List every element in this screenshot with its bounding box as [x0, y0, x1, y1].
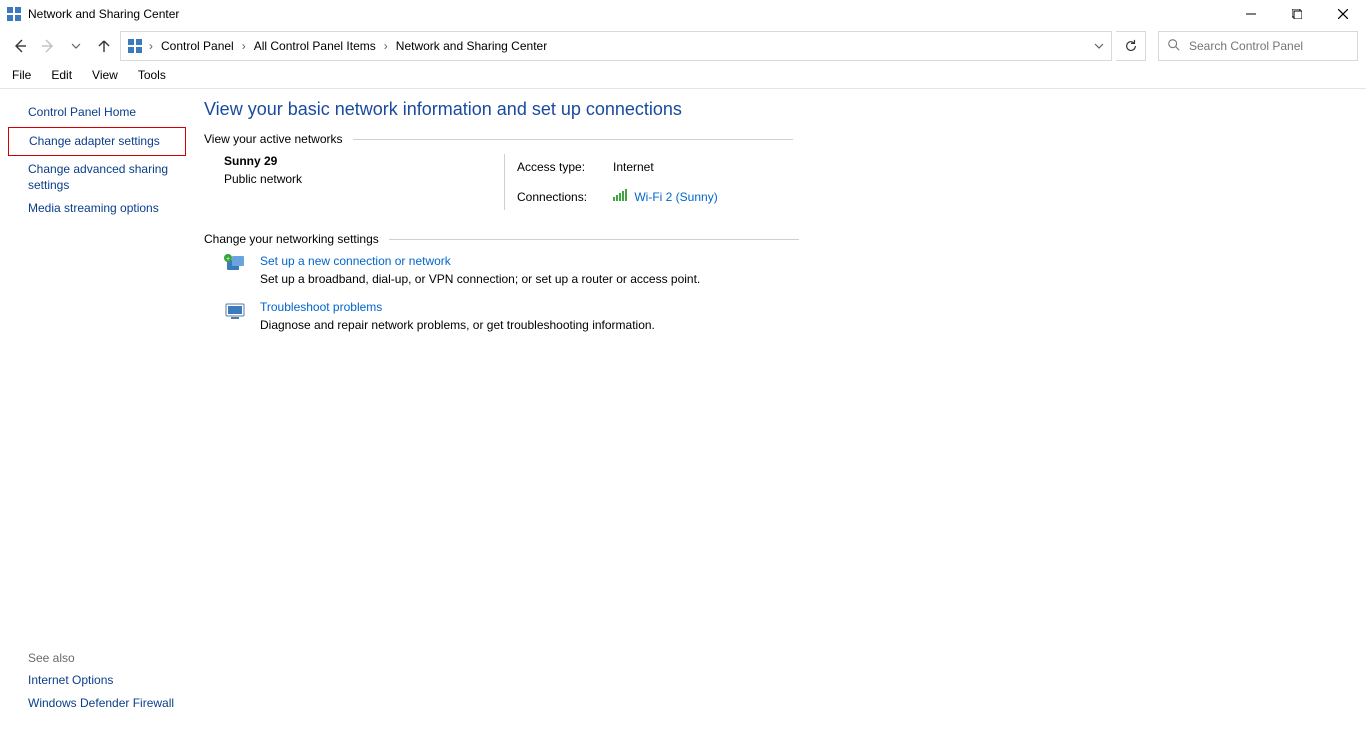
option-title[interactable]: Troubleshoot problems: [260, 300, 655, 314]
option-desc: Set up a broadband, dial-up, or VPN conn…: [260, 272, 700, 286]
option-troubleshoot: Troubleshoot problems Diagnose and repai…: [224, 300, 1366, 332]
svg-text:+: +: [226, 256, 230, 263]
sidebar-link-home[interactable]: Control Panel Home: [0, 101, 200, 125]
access-type-value: Internet: [613, 160, 718, 174]
address-history-dropdown[interactable]: [1087, 32, 1111, 60]
close-button[interactable]: [1320, 0, 1366, 28]
refresh-button[interactable]: [1116, 31, 1146, 61]
active-network-block: Sunny 29 Public network Access type: Int…: [224, 154, 1366, 210]
breadcrumb-all-items[interactable]: All Control Panel Items: [252, 39, 378, 53]
search-input[interactable]: [1187, 38, 1349, 54]
maximize-button[interactable]: [1274, 0, 1320, 28]
chevron-right-icon[interactable]: ›: [384, 39, 388, 53]
option-title[interactable]: Set up a new connection or network: [260, 254, 700, 268]
see-also-label: See also: [0, 647, 200, 669]
sidebar-link-adapter-settings[interactable]: Change adapter settings: [8, 127, 186, 157]
wifi-signal-icon: [613, 189, 627, 201]
page-heading: View your basic network information and …: [204, 99, 1366, 120]
section-label-text: Change your networking settings: [204, 232, 379, 246]
section-label-text: View your active networks: [204, 132, 343, 146]
divider: [353, 139, 793, 140]
connection-link-wrapper: Wi-Fi 2 (Sunny): [613, 189, 718, 204]
network-center-icon: [6, 6, 22, 22]
sidebar: Control Panel Home Change adapter settin…: [0, 89, 200, 728]
network-type: Public network: [224, 172, 504, 186]
sidebar-link-advanced-sharing[interactable]: Change advanced sharing settings: [0, 158, 200, 197]
main-pane: View your basic network information and …: [200, 89, 1366, 728]
back-button[interactable]: [8, 34, 32, 58]
menu-edit[interactable]: Edit: [51, 68, 72, 82]
sidebar-link-media-streaming[interactable]: Media streaming options: [0, 197, 200, 221]
up-button[interactable]: [92, 34, 116, 58]
breadcrumb-control-panel[interactable]: Control Panel: [159, 39, 236, 53]
link-internet-options[interactable]: Internet Options: [0, 669, 200, 693]
menu-bar: File Edit View Tools: [0, 64, 1366, 89]
menu-file[interactable]: File: [12, 68, 31, 82]
link-defender-firewall[interactable]: Windows Defender Firewall: [0, 692, 200, 716]
access-type-label: Access type:: [517, 160, 607, 174]
option-setup-connection: + Set up a new connection or network Set…: [224, 254, 1366, 286]
option-desc: Diagnose and repair network problems, or…: [260, 318, 655, 332]
connection-link[interactable]: Wi-Fi 2 (Sunny): [634, 190, 717, 204]
breadcrumb-current[interactable]: Network and Sharing Center: [394, 39, 549, 53]
setup-connection-icon: +: [224, 254, 246, 276]
titlebar: Network and Sharing Center: [0, 0, 1366, 28]
nav-row: › Control Panel › All Control Panel Item…: [0, 28, 1366, 64]
forward-button[interactable]: [36, 34, 60, 58]
divider: [389, 239, 799, 240]
section-active-networks: View your active networks: [204, 132, 1366, 146]
chevron-right-icon[interactable]: ›: [149, 39, 153, 53]
search-box[interactable]: [1158, 31, 1358, 61]
minimize-button[interactable]: [1228, 0, 1274, 28]
section-change-settings: Change your networking settings: [204, 232, 1366, 246]
content-body: Control Panel Home Change adapter settin…: [0, 89, 1366, 728]
troubleshoot-icon: [224, 300, 246, 322]
search-icon: [1167, 38, 1181, 55]
connections-label: Connections:: [517, 190, 607, 204]
recent-locations-dropdown[interactable]: [64, 34, 88, 58]
menu-tools[interactable]: Tools: [138, 68, 166, 82]
chevron-right-icon[interactable]: ›: [242, 39, 246, 53]
network-center-icon: [127, 38, 143, 54]
window-title: Network and Sharing Center: [28, 7, 179, 21]
menu-view[interactable]: View: [92, 68, 118, 82]
address-bar[interactable]: › Control Panel › All Control Panel Item…: [120, 31, 1112, 61]
network-name: Sunny 29: [224, 154, 504, 168]
